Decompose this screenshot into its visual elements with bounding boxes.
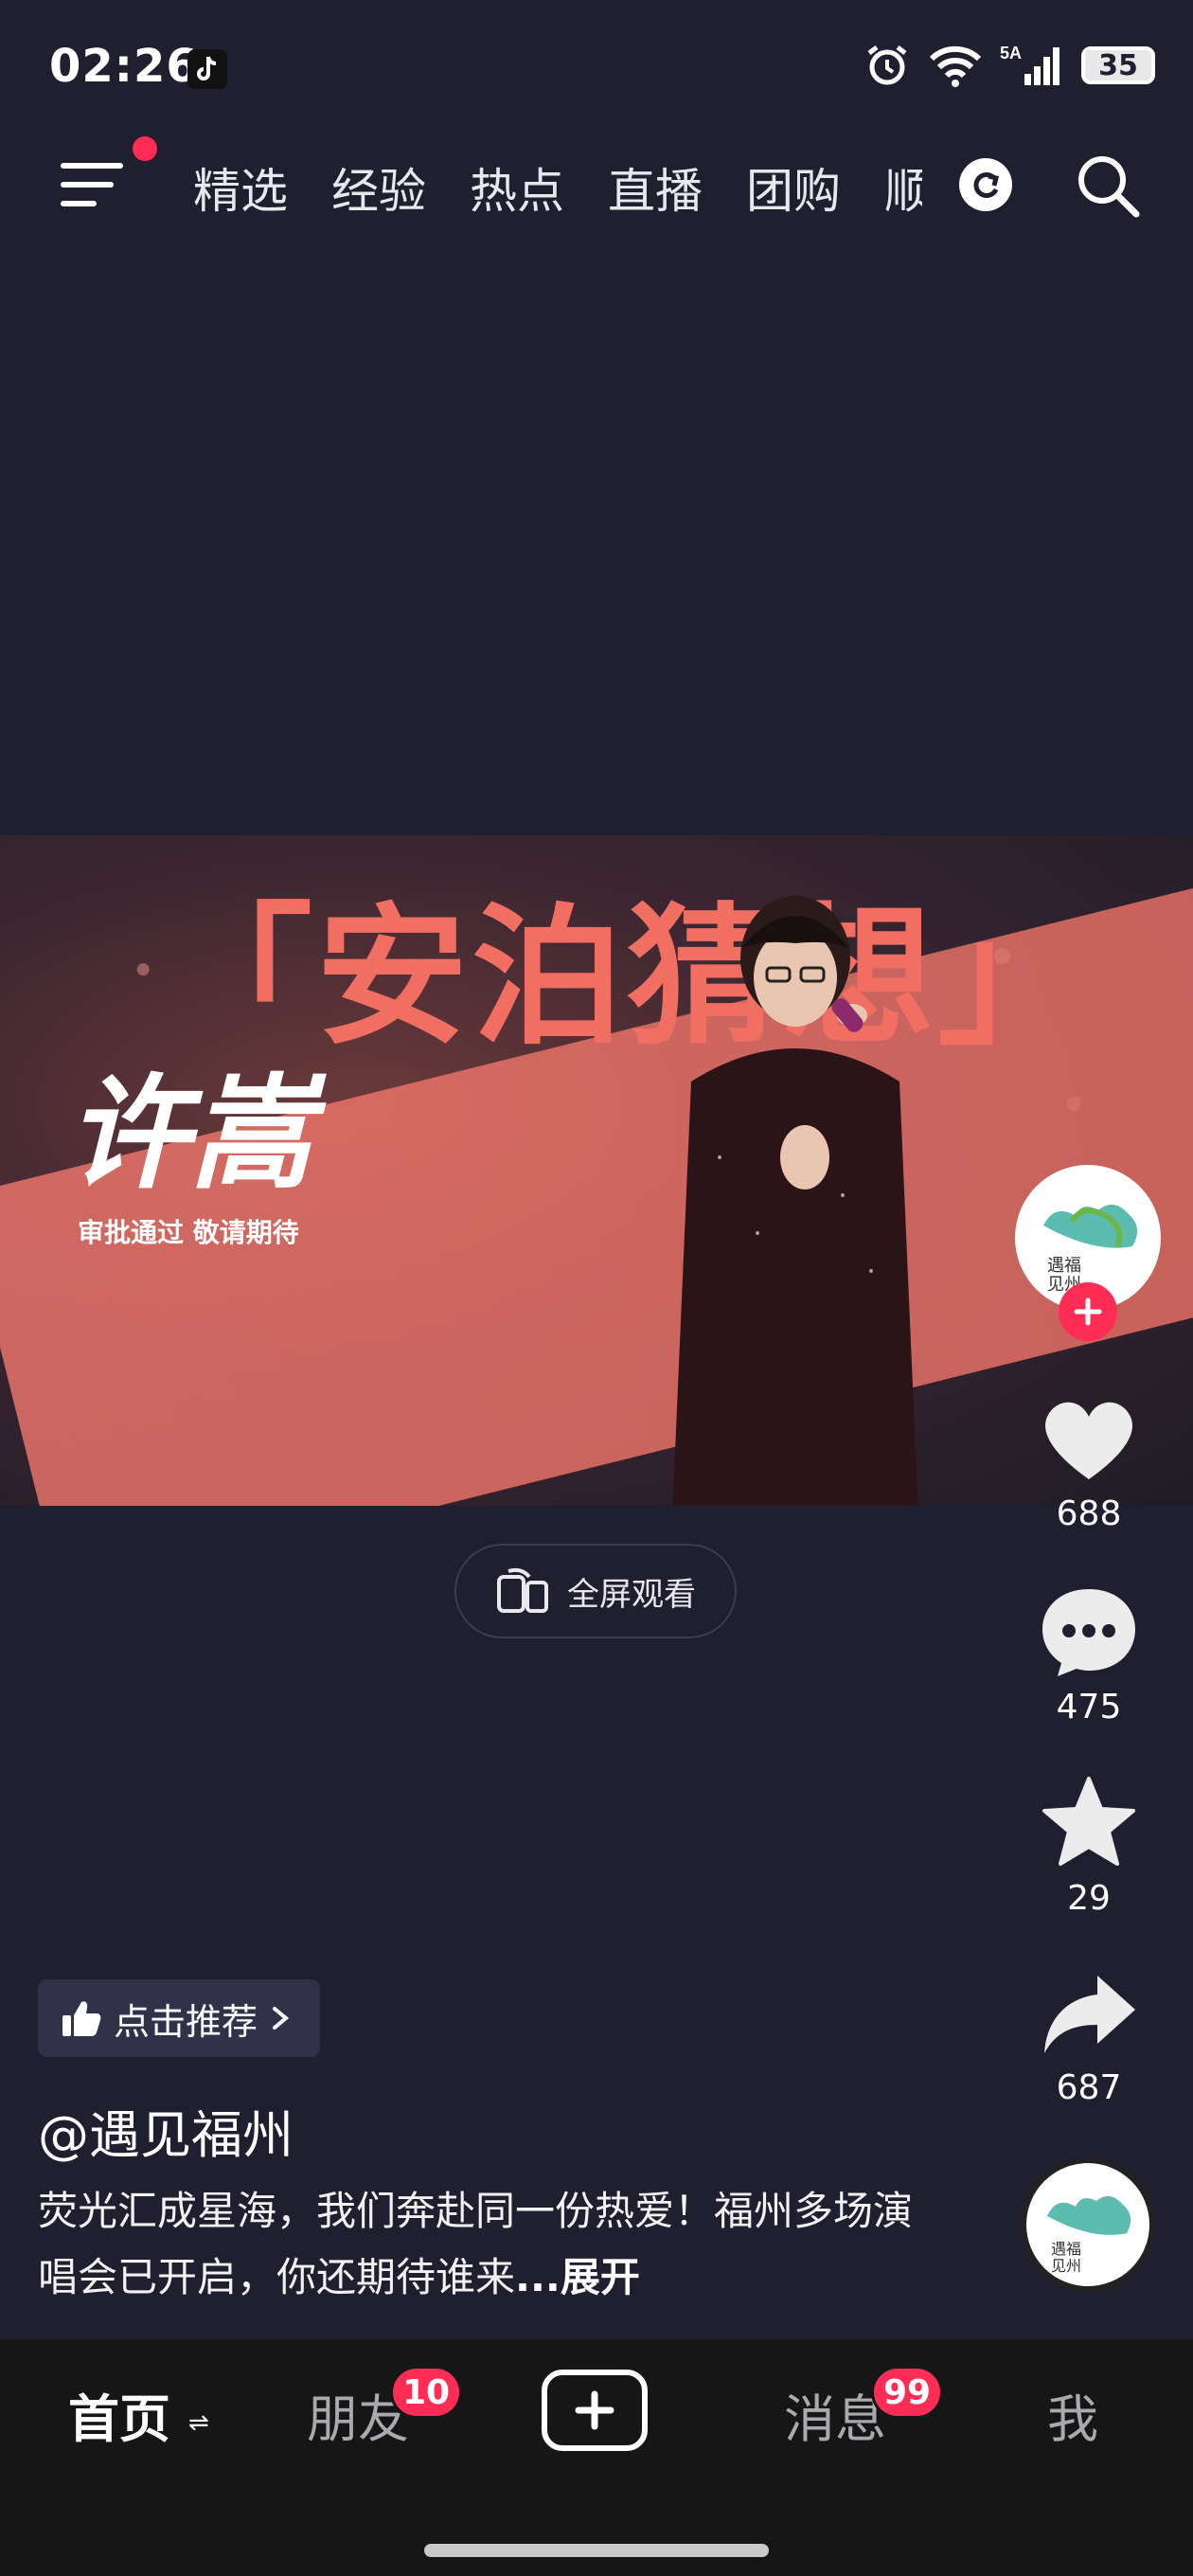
- refresh-icon[interactable]: [958, 157, 1013, 212]
- top-tabs: 精选 经验 热点 直播 团购 顺: [193, 153, 922, 222]
- fullscreen-button[interactable]: 全屏观看: [454, 1544, 737, 1638]
- video-caption: 审批通过 敬请期待: [78, 1217, 299, 1248]
- thumbs-up-icon: [62, 2001, 101, 2036]
- author-name[interactable]: @遇见福州: [38, 2093, 294, 2168]
- comment-action[interactable]: 475: [1032, 1582, 1146, 1726]
- plus-icon: [1074, 1297, 1102, 1326]
- like-action[interactable]: 688: [1032, 1392, 1146, 1533]
- favorite-count: 29: [1067, 1879, 1111, 1918]
- singer-figure: [672, 896, 918, 1506]
- share-action[interactable]: 687: [1032, 1966, 1146, 2107]
- star-icon: [1042, 1777, 1135, 1866]
- ellipsis: ...: [515, 2254, 561, 2300]
- video-player[interactable]: 「安泊猜想」 许嵩 审批通过 敬请期待: [0, 835, 1193, 1506]
- like-count: 688: [1056, 1494, 1122, 1533]
- tab-experience[interactable]: 经验: [331, 153, 426, 222]
- search-icon[interactable]: [1074, 152, 1142, 220]
- recommend-button[interactable]: 点击推荐: [38, 1979, 321, 2057]
- fullscreen-label: 全屏观看: [567, 1575, 696, 1614]
- tab-partial[interactable]: 顺: [884, 153, 922, 222]
- comment-count: 475: [1056, 1688, 1122, 1726]
- svg-text:见州: 见州: [1051, 2257, 1081, 2275]
- wifi-icon: [929, 45, 982, 87]
- description-text: 荧光汇成星海，我们奔赴同一份热爱！福州多场演唱会已开启，你还期待谁来: [38, 2188, 914, 2300]
- friends-badge: 10: [390, 2366, 463, 2419]
- menu-icon[interactable]: [61, 159, 129, 212]
- tab-featured[interactable]: 精选: [193, 153, 288, 222]
- nav-home-label: 首页: [68, 2389, 170, 2449]
- expand-link[interactable]: 展开: [561, 2254, 640, 2300]
- svg-text:5A: 5A: [1000, 44, 1022, 63]
- video-artist: 许嵩: [66, 1061, 313, 1206]
- music-disc[interactable]: 遇福 见州: [1021, 2157, 1155, 2292]
- svg-text:遇福: 遇福: [1051, 2240, 1081, 2258]
- cellular-signal-icon: 5A: [1000, 44, 1059, 85]
- tiktok-app-icon: [187, 49, 227, 89]
- nav-home[interactable]: 首页 ⇌: [68, 2377, 209, 2452]
- music-disc-logo-icon: 遇福 见州: [1047, 2195, 1131, 2275]
- tab-live[interactable]: 直播: [608, 153, 703, 222]
- nav-me-label: 我: [1047, 2389, 1098, 2449]
- alarm-icon: [867, 45, 907, 85]
- comment-icon: [1042, 1589, 1135, 1676]
- post-description: 荧光汇成星海，我们奔赴同一份热爱！福州多场演唱会已开启，你还期待谁来...展开: [38, 2178, 918, 2311]
- home-indicator[interactable]: [424, 2544, 769, 2557]
- notification-dot: [133, 136, 157, 161]
- tab-hot[interactable]: 热点: [470, 153, 564, 222]
- share-count: 687: [1056, 2068, 1122, 2107]
- fullscreen-rotate-icon: [497, 1567, 548, 1613]
- svg-text:遇福: 遇福: [1047, 1256, 1081, 1276]
- recommend-label: 点击推荐: [114, 2000, 258, 2043]
- messages-badge: 99: [871, 2366, 944, 2419]
- favorite-action[interactable]: 29: [1032, 1773, 1146, 1918]
- follow-button[interactable]: [1059, 1282, 1117, 1341]
- share-arrow-icon: [1044, 1976, 1135, 2053]
- plus-icon: [575, 2390, 614, 2430]
- home-toggle-icon: ⇌: [187, 2408, 209, 2438]
- status-icons: 5A 35: [864, 42, 1155, 89]
- battery-level: 35: [1098, 48, 1138, 82]
- nav-me[interactable]: 我: [1047, 2377, 1098, 2452]
- battery-indicator: 35: [1081, 46, 1155, 84]
- tab-group-buy[interactable]: 团购: [746, 153, 841, 222]
- heart-icon: [1045, 1402, 1132, 1479]
- status-time: 02:26: [49, 40, 199, 93]
- chevron-right-icon: [273, 2007, 290, 2030]
- create-button[interactable]: [542, 2370, 648, 2451]
